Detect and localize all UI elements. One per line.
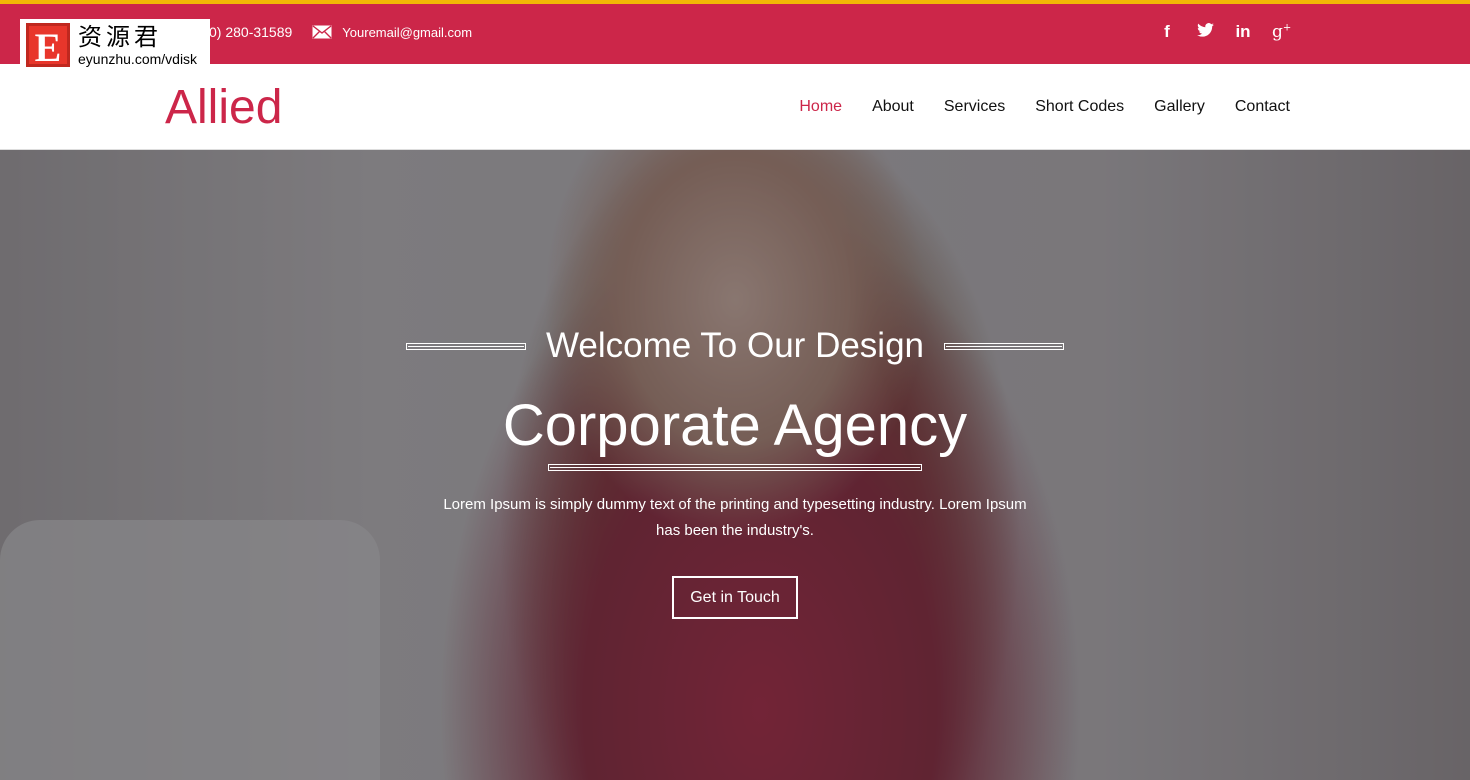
google-plus-icon[interactable]: g+	[1272, 22, 1291, 42]
decorative-line-right	[944, 342, 1065, 350]
hero-title: Corporate Agency	[502, 393, 968, 458]
watermark-text: 资源君	[78, 23, 162, 51]
linkedin-icon[interactable]: in	[1234, 22, 1252, 42]
phone-number: 0) 280-31589	[209, 24, 293, 40]
hero-description: Lorem Ipsum is simply dummy text of the …	[443, 496, 1027, 539]
nav-about[interactable]: About	[872, 98, 914, 116]
nav-short-codes[interactable]: Short Codes	[1035, 98, 1124, 116]
top-bar: E 资源君 eyunzhu.com/vdisk 0) 280-31589 Your…	[0, 4, 1470, 71]
decorative-line-left	[405, 342, 526, 350]
hero-banner: Welcome To Our Design Corporate Agency L…	[0, 150, 1470, 780]
hero-welcome: Welcome To Our Design	[545, 326, 925, 365]
title-underline	[548, 464, 922, 471]
get-in-touch-button[interactable]: Get in Touch	[672, 576, 798, 619]
main-nav: Allied Home About Services Short Codes G…	[0, 64, 1470, 150]
email-link[interactable]: Youremail@gmail.com	[342, 25, 472, 40]
watermark-mark: E	[26, 23, 70, 70]
nav-gallery[interactable]: Gallery	[1154, 98, 1205, 116]
nav-services[interactable]: Services	[944, 98, 1005, 116]
facebook-icon[interactable]: f	[1158, 22, 1176, 42]
watermark-logo: E 资源君 eyunzhu.com/vdisk	[20, 19, 210, 71]
brand-logo[interactable]: Allied	[165, 80, 282, 135]
twitter-icon[interactable]	[1196, 22, 1214, 42]
envelope-icon	[312, 25, 332, 39]
watermark-url: eyunzhu.com/vdisk	[78, 51, 198, 67]
nav-contact[interactable]: Contact	[1235, 98, 1290, 116]
nav-home[interactable]: Home	[799, 98, 842, 116]
